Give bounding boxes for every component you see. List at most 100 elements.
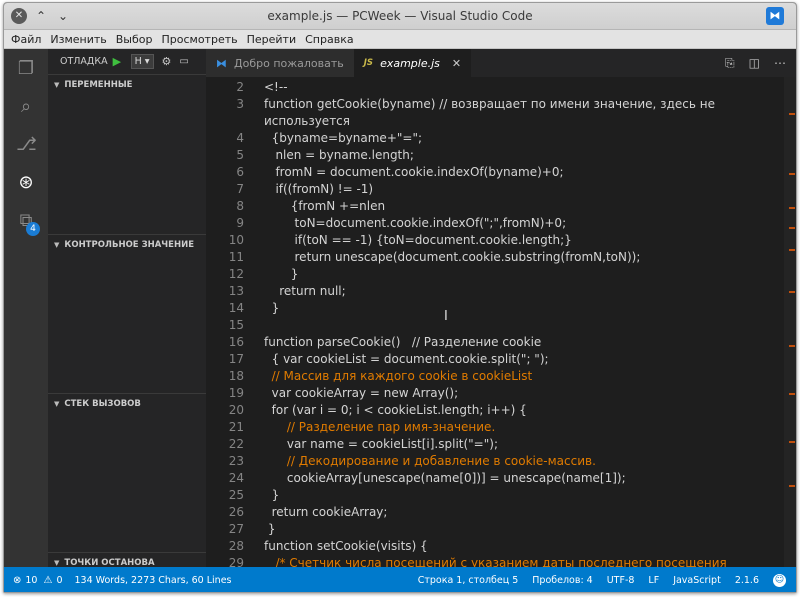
code-editor[interactable]: 2 3 4 5 6 7 8 9 10 11 12 13 14 15 16 17 18 19 20 21 22 23 24 25… [206, 77, 796, 567]
code-line[interactable]: } [264, 267, 299, 281]
line-number: 14 [228, 301, 244, 315]
section-call-stack[interactable]: ▼ СТЕК ВЫЗОВОВ [48, 393, 206, 413]
close-tab-icon[interactable]: ✕ [452, 57, 461, 70]
start-debug-icon[interactable]: ▶ [113, 55, 125, 69]
error-marker [789, 249, 795, 251]
line-number: 21 [228, 420, 244, 434]
line-number: 10 [228, 233, 244, 247]
debug-sidebar: ОТЛАДКА ▶ H ▾ ⚙ ▭ ▼ ПЕРЕМЕННЫЕ ▼ КОНТРОЛ… [48, 49, 206, 568]
error-marker [789, 291, 795, 293]
line-number: 3 [236, 97, 244, 111]
code-line[interactable]: nlen = byname.length; [264, 148, 413, 162]
language-mode[interactable]: JavaScript [673, 575, 721, 586]
code-line[interactable]: var name = cookieList[i].split("="); [264, 437, 498, 451]
editor-actions: ⎘ ◫ ⋯ [725, 56, 786, 71]
line-number: 9 [236, 216, 244, 230]
vscode-logo-icon: ⧓ [766, 7, 784, 25]
feedback-smiley-icon[interactable]: ☺ [773, 574, 786, 587]
split-editor-icon[interactable]: ◫ [749, 56, 760, 71]
js-file-icon: JS [363, 58, 374, 68]
console-icon[interactable]: ▭ [179, 56, 188, 67]
code-line[interactable]: for (var i = 0; i < cookieList.length; i… [264, 403, 527, 417]
ts-version[interactable]: 2.1.6 [735, 575, 759, 586]
debug-icon[interactable]: ⊛ [16, 173, 36, 193]
line-number: 22 [228, 437, 244, 451]
vscode-window: ✕ ⌃ ⌄ example.js — PCWeek — Visual Studi… [3, 2, 797, 593]
code-line[interactable]: // Разделение пар имя-значение. [264, 420, 495, 434]
line-number: 4 [236, 131, 244, 145]
overview-ruler[interactable] [784, 77, 796, 567]
code-line[interactable]: if((fromN) != -1) [264, 182, 373, 196]
menu-help[interactable]: Справка [305, 33, 353, 46]
indentation[interactable]: Пробелов: 4 [532, 575, 592, 586]
code-line[interactable]: } [264, 488, 280, 502]
error-icon: ⊗ [13, 575, 22, 586]
close-window-icon[interactable]: ✕ [11, 8, 27, 24]
code-line[interactable]: { var cookieList = document.cookie.split… [264, 352, 549, 366]
line-number: 8 [236, 199, 244, 213]
debug-config-select[interactable]: H ▾ [130, 54, 154, 69]
menu-go[interactable]: Перейти [247, 33, 297, 46]
problems-status[interactable]: ⊗ 10 ⚠ 0 [13, 575, 63, 586]
menu-view[interactable]: Просмотреть [162, 33, 238, 46]
activity-bar: ❐ ⌕ ⎇ ⊛ ⧉ 4 [4, 49, 48, 567]
code-line[interactable]: function parseCookie() // Разделение coo… [264, 335, 541, 349]
code-line[interactable]: {byname=byname+"="; [264, 131, 422, 145]
maximize-icon[interactable]: ⌃ [33, 8, 49, 24]
line-number: 29 [228, 556, 244, 567]
gear-icon[interactable]: ⚙ [162, 55, 172, 68]
code-line[interactable]: <!-- [264, 80, 288, 94]
search-icon[interactable]: ⌕ [16, 97, 36, 117]
line-number: 25 [228, 488, 244, 502]
code-line[interactable]: // Декодирование и добавление в cookie-м… [264, 454, 596, 468]
git-icon[interactable]: ⎇ [16, 135, 37, 155]
line-number: 19 [228, 386, 244, 400]
code-line[interactable]: /* Счетчик числа посещений с указанием д… [264, 556, 726, 567]
line-number: 16 [228, 335, 244, 349]
line-ending[interactable]: LF [648, 575, 659, 586]
line-number: 27 [228, 522, 244, 536]
code-line[interactable]: используется [264, 114, 350, 128]
line-numbers: 2 3 4 5 6 7 8 9 10 11 12 13 14 15 16 17 18 19 20 21 22 23 24 25… [206, 77, 258, 567]
code-line[interactable]: toN=document.cookie.indexOf(";",fromN)+0… [264, 216, 567, 230]
code-line[interactable]: fromN = document.cookie.indexOf(byname)+… [264, 165, 563, 179]
code-line[interactable]: return null; [264, 284, 345, 298]
line-number: 17 [228, 352, 244, 366]
menu-bar: Файл Изменить Выбор Просмотреть Перейти … [4, 30, 796, 49]
explorer-icon[interactable]: ❐ [16, 59, 36, 79]
code-line[interactable]: function getCookie(byname) // возвращает… [264, 97, 715, 111]
line-number: 12 [228, 267, 244, 281]
menu-file[interactable]: Файл [11, 33, 41, 46]
tab-welcome[interactable]: ⧓ Добро пожаловать [206, 49, 354, 77]
window-controls: ✕ ⌃ ⌄ [11, 8, 71, 24]
section-variables[interactable]: ▼ ПЕРЕМЕННЫЕ [48, 74, 206, 94]
section-watch[interactable]: ▼ КОНТРОЛЬНОЕ ЗНАЧЕНИЕ [48, 234, 206, 254]
line-number: 11 [228, 250, 244, 264]
minimize-icon[interactable]: ⌄ [55, 8, 71, 24]
error-marker [789, 393, 795, 395]
more-actions-icon[interactable]: ⋯ [774, 56, 786, 71]
line-number: 28 [228, 539, 244, 553]
code-line[interactable]: return cookieArray; [264, 505, 388, 519]
code-line[interactable]: } [264, 301, 280, 315]
code-line[interactable]: function setCookie(visits) { [264, 539, 428, 553]
encoding[interactable]: UTF-8 [607, 575, 635, 586]
open-changes-icon[interactable]: ⎘ [725, 56, 735, 71]
code-line[interactable]: {fromN +=nlen [264, 199, 385, 213]
code-line[interactable]: // Массив для каждого cookie в cookieLis… [264, 369, 533, 383]
code-line[interactable]: cookieArray[unescape(name[0])] = unescap… [264, 471, 626, 485]
code-line[interactable]: } [264, 522, 276, 536]
code-line[interactable]: if(toN == -1) {toN=document.cookie.lengt… [264, 233, 572, 247]
code-line[interactable]: var cookieArray = new Array(); [264, 386, 459, 400]
vscode-icon: ⧓ [216, 56, 227, 70]
line-number: 6 [236, 165, 244, 179]
tab-example-js[interactable]: JS example.js ✕ [353, 49, 472, 77]
cursor-position[interactable]: Строка 1, столбец 5 [418, 575, 519, 586]
line-number: 18 [228, 369, 244, 383]
menu-selection[interactable]: Выбор [116, 33, 153, 46]
debug-label: ОТЛАДКА [60, 56, 108, 67]
menu-edit[interactable]: Изменить [50, 33, 106, 46]
expand-icon: ▼ [54, 80, 60, 89]
line-number: 23 [228, 454, 244, 468]
code-line[interactable]: return unescape(document.cookie.substrin… [264, 250, 641, 264]
